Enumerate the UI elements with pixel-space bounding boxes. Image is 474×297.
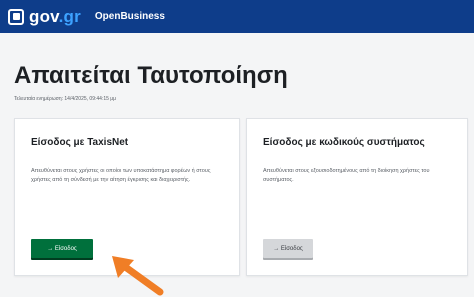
page-title: Απαιτείται Ταυτοποίηση xyxy=(14,62,288,89)
system-credentials-card-title: Είσοδος με κωδικούς συστήματος xyxy=(263,137,425,148)
govgr-logo[interactable]: gov.gr xyxy=(8,0,81,33)
pointer-arrow-icon xyxy=(112,256,164,296)
taxisnet-card-description: Απευθύνεται στους χρήστες οι οποίοι των … xyxy=(31,168,211,183)
app-name[interactable]: OpenBusiness xyxy=(95,11,165,22)
system-credentials-login-button[interactable]: → Είσοδος xyxy=(263,239,313,258)
top-navigation-bar: gov.gr OpenBusiness xyxy=(0,0,474,33)
system-credentials-card-description: Απευθύνεται στους εξουσιοδοτημένους από … xyxy=(263,168,430,183)
taxisnet-card-title: Είσοδος με TaxisNet xyxy=(31,137,129,148)
govgr-logo-icon xyxy=(8,8,24,25)
taxisnet-login-button[interactable]: → Είσοδος xyxy=(31,239,93,258)
system-credentials-login-card: Είσοδος με κωδικούς συστήματος Απευθύνετ… xyxy=(246,118,468,276)
govgr-logo-text: gov.gr xyxy=(29,6,81,26)
last-updated-timestamp: Τελευταία ενημέρωση: 14/4/2025, 09:44:15… xyxy=(14,96,117,102)
